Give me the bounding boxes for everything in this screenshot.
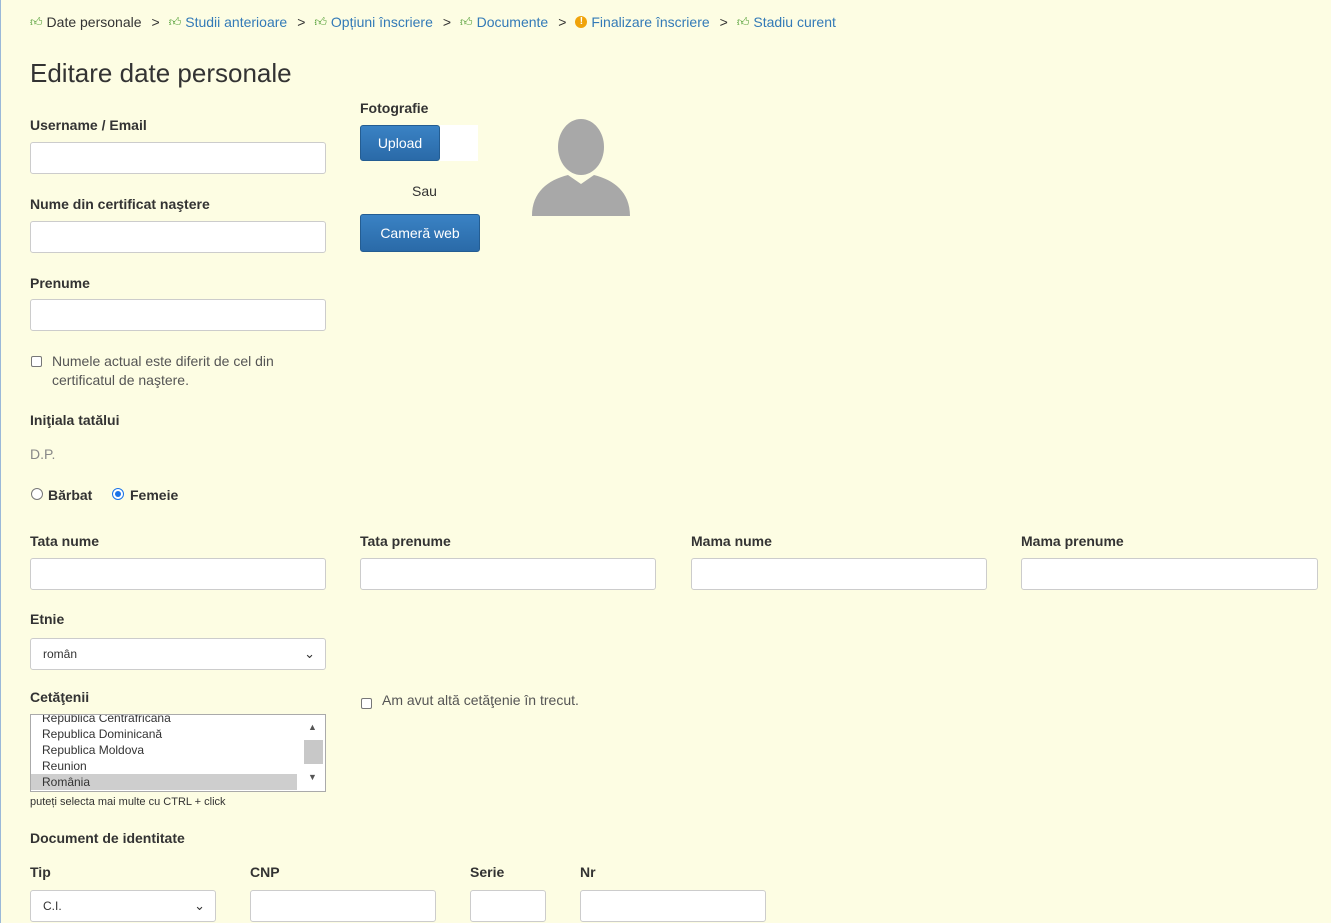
gender-male-radio[interactable]: [31, 488, 43, 500]
username-input[interactable]: [30, 142, 326, 174]
scroll-down-icon[interactable]: ▼: [308, 772, 317, 782]
name-changed-label: Numele actual este diferit de cel din ce…: [52, 352, 274, 390]
breadcrumb-separator: >: [151, 14, 160, 30]
page-title: Editare date personale: [30, 58, 292, 88]
citizenship-hint: puteți selecta mai multe cu CTRL + click: [30, 796, 226, 808]
breadcrumb-separator: >: [558, 14, 567, 30]
photo-label: Fotografie: [360, 100, 429, 116]
breadcrumb-item-documente[interactable]: 👍︎ Documente: [460, 14, 548, 30]
cnp-input[interactable]: [250, 890, 436, 922]
or-text: Sau: [412, 183, 437, 199]
breadcrumb-separator: >: [297, 14, 306, 30]
warning-icon: !: [575, 16, 588, 28]
chevron-down-icon: ⌄: [304, 646, 315, 661]
breadcrumb-item-date-personale[interactable]: 👍︎ Date personale: [30, 14, 142, 30]
id-document-heading: Document de identitate: [30, 830, 185, 846]
upload-button[interactable]: Upload: [360, 125, 440, 161]
citizenship-option[interactable]: Republica Centrafricană: [31, 715, 297, 726]
page-left-border: [0, 0, 1, 923]
mother-first-name-label: Mama prenume: [1021, 533, 1124, 549]
citizenship-option-selected[interactable]: România: [31, 774, 297, 790]
breadcrumb-item-finalizare-inscriere[interactable]: ! Finalizare înscriere: [575, 14, 710, 30]
name-changed-label-line2: certificatul de naştere.: [52, 372, 189, 388]
father-initial-value: D.P.: [30, 446, 56, 462]
breadcrumb-item-stadiu-curent[interactable]: 👍︎ Stadiu curent: [737, 14, 836, 30]
citizenship-option[interactable]: Republica Dominicană: [31, 726, 297, 742]
gender-male-label: Bărbat: [48, 487, 93, 503]
name-changed-checkbox[interactable]: [31, 356, 42, 367]
mother-last-name-label: Mama nume: [691, 533, 772, 549]
father-initial-label: Iniţiala tatălui: [30, 412, 120, 428]
number-input[interactable]: [580, 890, 766, 922]
cnp-label: CNP: [250, 864, 280, 880]
first-name-input[interactable]: [30, 299, 326, 331]
name-changed-label-line1: Numele actual este diferit de cel din: [52, 353, 274, 369]
citizenship-option[interactable]: Reunion: [31, 758, 297, 774]
ethnicity-selected-value: român: [43, 647, 78, 661]
citizenship-option[interactable]: Republica Moldova: [31, 742, 297, 758]
mother-last-name-input[interactable]: [691, 558, 987, 590]
series-input[interactable]: [470, 890, 546, 922]
thumbs-up-icon: 👍︎: [460, 14, 473, 29]
series-label: Serie: [470, 864, 505, 880]
breadcrumb: 👍︎ Date personale > 👍︎ Studii anterioare…: [30, 14, 836, 30]
scroll-up-icon[interactable]: ▲: [308, 722, 317, 732]
upload-file-area[interactable]: [440, 125, 478, 161]
father-first-name-input[interactable]: [360, 558, 656, 590]
father-last-name-input[interactable]: [30, 558, 326, 590]
thumbs-up-icon: 👍︎: [314, 14, 327, 29]
username-label: Username / Email: [30, 117, 147, 133]
citizenship-listbox[interactable]: Republica Centrafricană Republica Domini…: [30, 714, 326, 792]
other-citizenship-label: Am avut altă cetăţenie în trecut.: [382, 692, 579, 708]
number-label: Nr: [580, 864, 596, 880]
citizenship-label: Cetăţenii: [30, 689, 90, 705]
first-name-label: Prenume: [30, 275, 90, 291]
thumbs-up-icon: 👍︎: [168, 14, 182, 29]
ethnicity-label: Etnie: [30, 611, 65, 627]
father-first-name-label: Tata prenume: [360, 533, 451, 549]
id-type-select[interactable]: C.I. ⌄: [30, 890, 216, 922]
mother-first-name-input[interactable]: [1021, 558, 1318, 590]
breadcrumb-item-optiuni-inscriere[interactable]: 👍︎ Opțiuni înscriere: [314, 14, 432, 30]
birth-name-label: Nume din certificat naştere: [30, 196, 210, 212]
citizenship-scrollbar[interactable]: ▲ ▼: [303, 715, 324, 791]
ethnicity-select[interactable]: român ⌄: [30, 638, 326, 670]
thumbs-up-icon: 👍︎: [30, 14, 43, 29]
id-type-label: Tip: [30, 864, 51, 880]
breadcrumb-item-studii-anterioare[interactable]: 👍︎ Studii anterioare: [169, 14, 288, 30]
breadcrumb-separator: >: [719, 14, 728, 30]
webcam-button[interactable]: Cameră web: [360, 214, 480, 252]
scrollbar-thumb[interactable]: [304, 740, 323, 764]
birth-name-input[interactable]: [30, 221, 326, 253]
other-citizenship-checkbox[interactable]: [361, 698, 372, 709]
thumbs-up-icon: 👍︎: [736, 14, 750, 29]
gender-female-label: Femeie: [130, 487, 179, 503]
chevron-down-icon: ⌄: [194, 898, 205, 913]
breadcrumb-separator: >: [442, 14, 452, 30]
id-type-selected-value: C.I.: [43, 899, 62, 913]
user-silhouette-icon: [532, 119, 630, 216]
father-last-name-label: Tata nume: [30, 533, 99, 549]
gender-female-radio[interactable]: [112, 488, 124, 500]
